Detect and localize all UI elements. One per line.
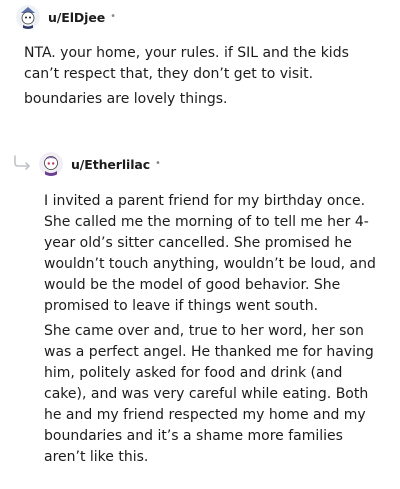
comment-header: u/ElDjee • — [16, 3, 116, 31]
comment-body: I invited a parent friend for my birthda… — [44, 191, 380, 472]
meta-separator: • — [155, 158, 161, 169]
comment-paragraph: boundaries are lovely things. — [24, 91, 228, 107]
comment-body: NTA. your home, your rules. if SIL and t… — [24, 43, 384, 114]
meta-separator: • — [110, 11, 117, 22]
comment-header: u/Etherlilac • — [39, 150, 161, 178]
avatar[interactable] — [16, 5, 40, 29]
comment-paragraph: I invited a parent friend for my birthda… — [44, 193, 376, 314]
comment-paragraph: NTA. your home, your rules. if SIL and t… — [24, 45, 349, 82]
comment-author[interactable]: u/ElDjee — [48, 10, 105, 25]
comment-paragraph: She came over and, true to her word, her… — [44, 323, 374, 465]
comment-author[interactable]: u/Etherlilac — [71, 157, 150, 172]
avatar[interactable] — [39, 152, 63, 176]
reply-arrow-icon — [14, 155, 30, 170]
